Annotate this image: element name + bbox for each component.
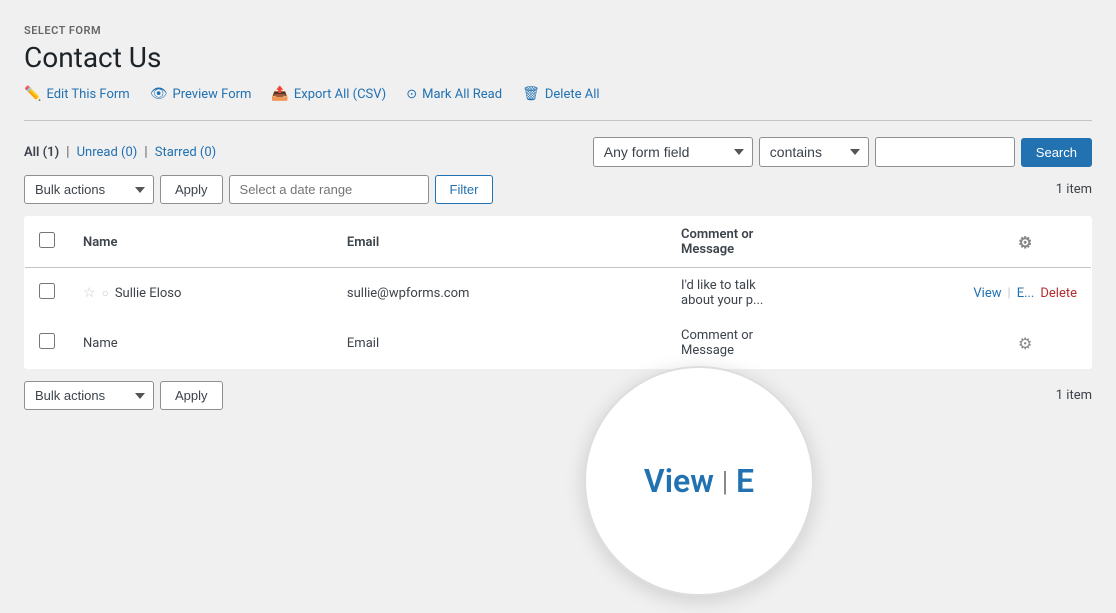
table-footer-row: Name Email Comment orMessage ⚙	[25, 318, 1092, 369]
preview-form-label: Preview Form	[173, 87, 252, 102]
view-link[interactable]: View	[973, 286, 1001, 301]
table-header-row: Name Email Comment orMessage ⚙	[25, 217, 1092, 268]
td-checkbox	[25, 268, 70, 319]
th-message: Comment orMessage	[667, 217, 959, 268]
tfoot-td-email: Email	[333, 318, 667, 369]
select-form-label: SELECT FORM	[24, 24, 1092, 37]
footer-gear-icon: ⚙	[1018, 334, 1032, 353]
filter-bar-top: All (1) | Unread (0) | Starred (0) Any f…	[24, 137, 1092, 167]
filter-button[interactable]: Filter	[435, 175, 494, 204]
tfoot-td-checkbox	[25, 318, 70, 369]
bottom-bar: Bulk actions Apply 1 item	[24, 381, 1092, 410]
mark-all-read-label: Mark All Read	[422, 87, 502, 102]
th-checkbox	[25, 217, 70, 268]
star-icon[interactable]: ☆	[83, 285, 96, 301]
entry-name: Sullie Eloso	[115, 286, 182, 301]
eye-icon: 👁	[150, 86, 168, 102]
item-count-top: 1 item	[1056, 182, 1092, 197]
preview-form-link[interactable]: 👁 Preview Form	[150, 86, 252, 102]
filter-bar-second: Bulk actions Apply Filter 1 item	[24, 175, 1092, 204]
zoom-edit-label: E	[736, 462, 754, 500]
entries-table: Name Email Comment orMessage ⚙ ☆ ○ Sulli…	[24, 216, 1092, 369]
delete-all-label: Delete All	[545, 87, 600, 102]
delete-link[interactable]: Delete	[1040, 286, 1077, 301]
circle-icon: ⊙	[406, 87, 417, 102]
tab-unread[interactable]: Unread (0)	[77, 145, 138, 160]
action-links-bar: ✏️ Edit This Form 👁 Preview Form 📤 Expor…	[24, 86, 1092, 102]
read-status-icon: ○	[102, 286, 109, 300]
bulk-filter-left: Bulk actions Apply Filter	[24, 175, 493, 204]
th-email: Email	[333, 217, 667, 268]
zoom-separator: |	[722, 465, 728, 498]
export-csv-label: Export All (CSV)	[294, 87, 386, 102]
delete-all-link[interactable]: 🗑 Delete All	[522, 86, 599, 102]
tfoot-td-message: Comment orMessage	[667, 318, 959, 369]
footer-checkbox[interactable]	[39, 333, 55, 349]
edit-form-link[interactable]: ✏️ Edit This Form	[24, 86, 130, 102]
row-checkbox[interactable]	[39, 283, 55, 299]
header-gear-icon: ⚙	[1018, 233, 1032, 252]
date-range-input[interactable]	[229, 175, 429, 204]
divider	[24, 120, 1092, 121]
tab-all[interactable]: All (1)	[24, 145, 59, 160]
zoom-view-label: View	[644, 462, 714, 500]
td-message: I'd like to talkabout your p...	[667, 268, 959, 319]
action-sep: |	[1008, 286, 1011, 301]
zoom-content: View | E	[644, 462, 754, 500]
apply-button-bottom[interactable]: Apply	[160, 381, 223, 410]
td-email: sullie@wpforms.com	[333, 268, 667, 319]
edit-icon: ✏️	[24, 86, 41, 102]
td-gear: View | E... Delete	[959, 268, 1091, 319]
bulk-actions-select-top[interactable]: Bulk actions	[24, 175, 154, 204]
select-all-checkbox[interactable]	[39, 232, 55, 248]
condition-select[interactable]: contains	[759, 137, 869, 167]
tfoot-td-name: Name	[69, 318, 333, 369]
sep-2: |	[144, 144, 147, 160]
sep-1: |	[66, 144, 69, 160]
search-button[interactable]: Search	[1021, 138, 1092, 167]
bulk-actions-select-bottom[interactable]: Bulk actions	[24, 381, 154, 410]
tabs-area: All (1) | Unread (0) | Starred (0)	[24, 144, 216, 160]
td-name: ☆ ○ Sullie Eloso	[69, 268, 333, 319]
th-gear: ⚙	[959, 217, 1091, 268]
row-actions: View | E... Delete	[973, 286, 1077, 301]
th-name: Name	[69, 217, 333, 268]
export-icon: 📤	[271, 86, 288, 102]
page-title: Contact Us	[24, 41, 1092, 74]
mark-all-read-link[interactable]: ⊙ Mark All Read	[406, 87, 502, 102]
bottom-left: Bulk actions Apply	[24, 381, 223, 410]
edit-link[interactable]: E...	[1017, 286, 1035, 301]
export-csv-link[interactable]: 📤 Export All (CSV)	[271, 86, 386, 102]
search-area: Any form field contains Search	[593, 137, 1092, 167]
search-input[interactable]	[875, 137, 1015, 167]
trash-icon: 🗑	[522, 86, 540, 102]
tab-starred[interactable]: Starred (0)	[155, 145, 216, 160]
item-count-bottom: 1 item	[1056, 388, 1092, 403]
edit-form-label: Edit This Form	[46, 87, 129, 102]
apply-button-top[interactable]: Apply	[160, 175, 223, 204]
table-row: ☆ ○ Sullie Eloso sullie@wpforms.com I'd …	[25, 268, 1092, 319]
tfoot-td-gear: ⚙	[959, 318, 1091, 369]
field-select[interactable]: Any form field	[593, 137, 753, 167]
